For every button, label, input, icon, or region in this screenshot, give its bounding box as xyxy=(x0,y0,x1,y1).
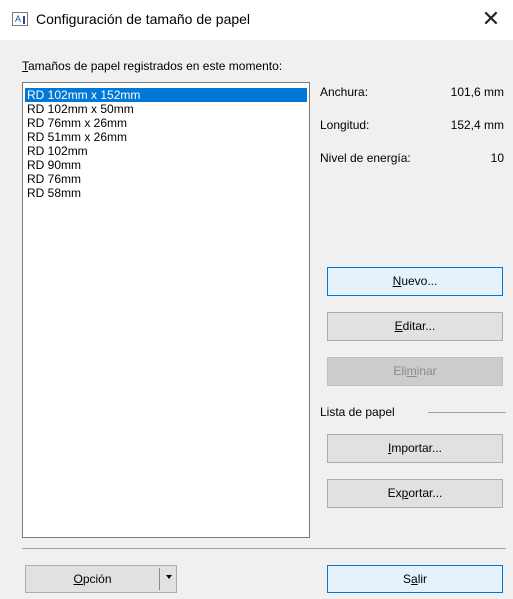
list-item[interactable]: RD 102mm xyxy=(25,144,307,158)
new-button[interactable]: Nuevo... xyxy=(327,267,503,296)
paper-size-list[interactable]: RD 102mm x 152mm RD 102mm x 50mm RD 76mm… xyxy=(22,82,310,538)
paper-list-group-label: Lista de papel xyxy=(320,405,395,419)
app-icon: A xyxy=(12,12,28,26)
delete-button-post: inar xyxy=(416,364,437,378)
delete-button-accel: m xyxy=(406,364,417,378)
app-icon-letter: A xyxy=(15,14,22,24)
width-label: Anchura: xyxy=(320,85,369,99)
export-button-pre: Ex xyxy=(387,486,402,500)
energy-label: Nivel de energía: xyxy=(320,151,411,165)
edit-button[interactable]: Editar... xyxy=(327,312,503,341)
list-item[interactable]: RD 76mm x 26mm xyxy=(25,116,307,130)
close-icon[interactable]: ✕ xyxy=(469,0,513,40)
exit-button-accel: a xyxy=(411,572,418,586)
list-label-text: amaños de papel registrados en este mome… xyxy=(28,59,283,73)
width-value: 101,6 mm xyxy=(450,85,504,99)
list-item[interactable]: RD 51mm x 26mm xyxy=(25,130,307,144)
import-button[interactable]: Importar... xyxy=(327,434,503,463)
new-button-accel: N xyxy=(392,274,402,288)
new-button-post: uevo... xyxy=(401,274,438,288)
option-split-button[interactable]: Opción xyxy=(25,565,177,593)
list-item[interactable]: RD 90mm xyxy=(25,158,307,172)
window-title: Configuración de tamaño de papel xyxy=(36,11,251,27)
delete-button[interactable]: Eliminar xyxy=(327,357,503,386)
split-divider xyxy=(159,568,160,590)
list-item[interactable]: RD 58mm xyxy=(25,186,307,200)
dropdown-arrow-icon[interactable] xyxy=(164,571,174,583)
exit-button-pre: S xyxy=(402,572,411,586)
energy-value: 10 xyxy=(490,151,504,165)
list-item[interactable]: RD 102mm x 152mm xyxy=(25,88,307,102)
group-divider xyxy=(428,412,506,413)
list-item[interactable]: RD 102mm x 50mm xyxy=(25,102,307,116)
length-label: Longitud: xyxy=(320,118,370,132)
edit-button-accel: E xyxy=(394,319,403,333)
option-button-accel: O xyxy=(73,572,83,586)
export-button-post: ortar... xyxy=(408,486,443,500)
exit-button-post: lir xyxy=(417,572,428,586)
option-button-post: pción xyxy=(82,572,112,586)
title-bar: A Configuración de tamaño de papel ✕ xyxy=(0,0,513,40)
exit-button[interactable]: Salir xyxy=(327,565,503,593)
length-value: 152,4 mm xyxy=(450,118,504,132)
option-button[interactable]: Opción xyxy=(26,566,159,592)
list-label: Tamaños de papel registrados en este mom… xyxy=(22,59,282,73)
edit-button-post: ditar... xyxy=(402,319,436,333)
export-button[interactable]: Exportar... xyxy=(327,479,503,508)
delete-button-pre: Eli xyxy=(393,364,407,378)
list-item[interactable]: RD 76mm xyxy=(25,172,307,186)
import-button-post: mportar... xyxy=(391,441,443,455)
bottom-separator xyxy=(22,548,506,549)
